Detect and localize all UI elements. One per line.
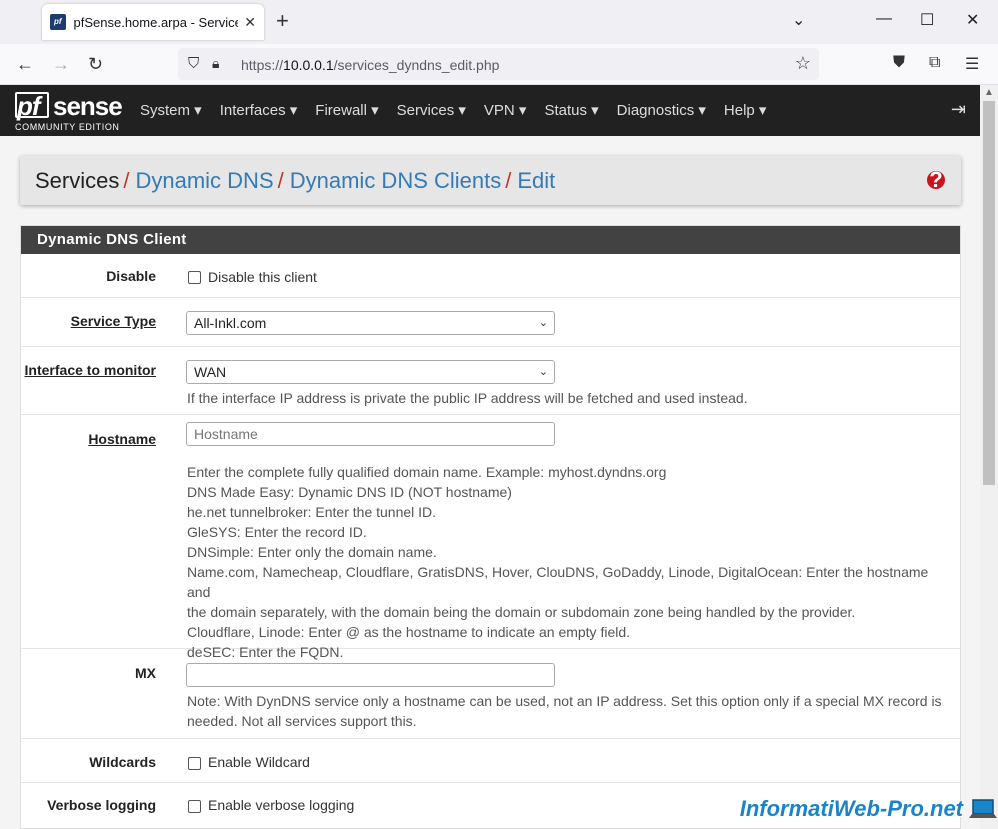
hostname-input[interactable] bbox=[186, 422, 555, 446]
service-type-value: All-Inkl.com bbox=[194, 315, 267, 331]
menu-diagnostics[interactable]: Diagnostics ▾ bbox=[617, 85, 706, 136]
service-type-select[interactable]: All-Inkl.com ⌄ bbox=[186, 311, 555, 335]
disable-checkbox-label[interactable]: Disable this client bbox=[208, 269, 317, 285]
breadcrumb-dynamic-dns[interactable]: Dynamic DNS bbox=[135, 168, 273, 194]
hostname-help-line: he.net tunnelbroker: Enter the tunnel ID… bbox=[187, 504, 437, 520]
new-tab-icon[interactable]: + bbox=[276, 10, 289, 32]
hostname-row: Hostname Enter the complete fully qualif… bbox=[21, 415, 960, 660]
page-scrollbar[interactable]: ▲ bbox=[980, 85, 998, 829]
url-bar[interactable]: ⛉ 🔒︎ https://10.0.0.1/services_dyndns_ed… bbox=[178, 48, 819, 80]
browser-tab-bar: pf pfSense.home.arpa - Services: D ✕ + ⌄… bbox=[0, 0, 998, 44]
tab-close-icon[interactable]: ✕ bbox=[244, 14, 256, 31]
breadcrumb-separator: / bbox=[123, 167, 130, 193]
mx-help-line: needed. Not all services support this. bbox=[187, 713, 417, 729]
hostname-help: Enter the complete fully qualified domai… bbox=[187, 462, 947, 662]
hamburger-menu-icon[interactable]: ☰ bbox=[965, 54, 979, 74]
menu-firewall[interactable]: Firewall ▾ bbox=[315, 85, 378, 136]
scroll-up-arrow-icon[interactable]: ▲ bbox=[984, 87, 994, 98]
wildcards-checkbox[interactable] bbox=[188, 757, 201, 770]
chevron-down-icon: ⌄ bbox=[538, 366, 548, 378]
pocket-icon[interactable]: ⛊ bbox=[893, 54, 905, 72]
menu-vpn[interactable]: VPN ▾ bbox=[484, 85, 527, 136]
logo-pf-text: pf bbox=[17, 91, 41, 121]
main-menu: System ▾ Interfaces ▾ Firewall ▾ Service… bbox=[140, 85, 784, 136]
mx-help-line: Note: With DynDNS service only a hostnam… bbox=[187, 693, 942, 709]
tab-title: pfSense.home.arpa - Services: D bbox=[73, 14, 239, 30]
service-type-label[interactable]: Service Type bbox=[71, 313, 156, 329]
pfsense-favicon-icon: pf bbox=[50, 14, 66, 30]
disable-checkbox[interactable] bbox=[188, 271, 201, 284]
interface-value: WAN bbox=[194, 364, 227, 380]
verbose-checkbox-label[interactable]: Enable verbose logging bbox=[208, 797, 354, 813]
reload-icon[interactable]: ↻ bbox=[88, 54, 103, 74]
help-icon[interactable]: ? bbox=[927, 169, 945, 191]
mx-input[interactable] bbox=[186, 663, 555, 687]
verbose-checkbox[interactable] bbox=[188, 800, 201, 813]
logout-icon[interactable]: ⇥ bbox=[951, 99, 966, 120]
wildcards-label: Wildcards bbox=[89, 754, 156, 770]
chevron-down-icon: ⌄ bbox=[538, 317, 548, 329]
panel-title: Dynamic DNS Client bbox=[21, 226, 960, 254]
verbose-label: Verbose logging bbox=[47, 797, 156, 813]
url-text[interactable]: https://10.0.0.1/services_dyndns_edit.ph… bbox=[241, 57, 499, 73]
menu-status[interactable]: Status ▾ bbox=[544, 85, 598, 136]
hostname-help-line: Name.com, Namecheap, Cloudflare, GratisD… bbox=[187, 564, 929, 600]
tab-list-chevron-icon[interactable]: ⌄ bbox=[792, 10, 805, 30]
bookmark-star-icon[interactable]: ☆ bbox=[795, 53, 811, 74]
interface-select[interactable]: WAN ⌄ bbox=[186, 360, 555, 384]
wildcards-checkbox-label[interactable]: Enable Wildcard bbox=[208, 754, 310, 770]
interface-label[interactable]: Interface to monitor bbox=[25, 362, 156, 378]
breadcrumb-edit[interactable]: Edit bbox=[517, 168, 555, 194]
logo-edition-text: COMMUNITY EDITION bbox=[15, 122, 120, 132]
extensions-icon[interactable]: ⧉ bbox=[929, 54, 940, 72]
watermark-text: InformatiWeb-Pro.net bbox=[739, 796, 963, 821]
laptop-icon bbox=[969, 799, 997, 818]
menu-system[interactable]: System ▾ bbox=[140, 85, 202, 136]
hostname-help-line: the domain separately, with the domain b… bbox=[187, 604, 856, 620]
maximize-icon[interactable]: ☐ bbox=[920, 10, 934, 30]
wildcards-row: Wildcards Enable Wildcard bbox=[21, 739, 960, 783]
mx-row: MX Note: With DynDNS service only a host… bbox=[21, 649, 960, 739]
logo-sense-text: sense bbox=[53, 91, 123, 121]
hostname-help-line: Enter the complete fully qualified domai… bbox=[187, 464, 667, 480]
mx-label: MX bbox=[135, 665, 156, 681]
menu-interfaces[interactable]: Interfaces ▾ bbox=[220, 85, 298, 136]
hostname-help-line: Cloudflare, Linode: Enter @ as the hostn… bbox=[187, 624, 631, 640]
breadcrumb-separator: / bbox=[277, 167, 284, 193]
interface-row: Interface to monitor WAN ⌄ If the interf… bbox=[21, 347, 960, 415]
lock-icon[interactable]: 🔒︎ bbox=[212, 55, 219, 72]
mx-help: Note: With DynDNS service only a hostnam… bbox=[187, 691, 947, 731]
disable-label: Disable bbox=[106, 268, 156, 284]
breadcrumb-services: Services bbox=[35, 167, 120, 193]
hostname-input-field[interactable] bbox=[187, 423, 554, 445]
menu-services[interactable]: Services ▾ bbox=[397, 85, 466, 136]
interface-help: If the interface IP address is private t… bbox=[187, 390, 748, 406]
disable-row: Disable Disable this client bbox=[21, 254, 960, 298]
close-window-icon[interactable]: ✕ bbox=[966, 10, 979, 30]
hostname-help-line: DNSimple: Enter only the domain name. bbox=[187, 544, 437, 560]
menu-help[interactable]: Help ▾ bbox=[724, 85, 767, 136]
breadcrumb-dynamic-dns-clients[interactable]: Dynamic DNS Clients bbox=[290, 168, 502, 194]
scrollbar-thumb[interactable] bbox=[983, 101, 995, 485]
browser-tab[interactable]: pf pfSense.home.arpa - Services: D ✕ bbox=[42, 4, 264, 40]
hostname-help-line: DNS Made Easy: Dynamic DNS ID (NOT hostn… bbox=[187, 484, 512, 500]
forward-icon[interactable]: → bbox=[52, 54, 70, 74]
pfsense-navbar: pf sense COMMUNITY EDITION System ▾ Inte… bbox=[0, 85, 980, 136]
breadcrumb-separator: / bbox=[505, 167, 512, 193]
pfsense-logo[interactable]: pf sense COMMUNITY EDITION bbox=[15, 89, 125, 133]
service-type-row: Service Type All-Inkl.com ⌄ bbox=[21, 298, 960, 347]
shield-icon[interactable]: ⛉ bbox=[188, 55, 199, 72]
minimize-icon[interactable]: — bbox=[876, 10, 892, 28]
back-icon[interactable]: ← bbox=[16, 54, 34, 74]
hostname-help-line: GleSYS: Enter the record ID. bbox=[187, 524, 367, 540]
breadcrumb: Services / Dynamic DNS / Dynamic DNS Cli… bbox=[20, 156, 961, 205]
hostname-label[interactable]: Hostname bbox=[88, 431, 156, 447]
dynamic-dns-client-panel: Dynamic DNS Client Disable Disable this … bbox=[20, 225, 961, 829]
